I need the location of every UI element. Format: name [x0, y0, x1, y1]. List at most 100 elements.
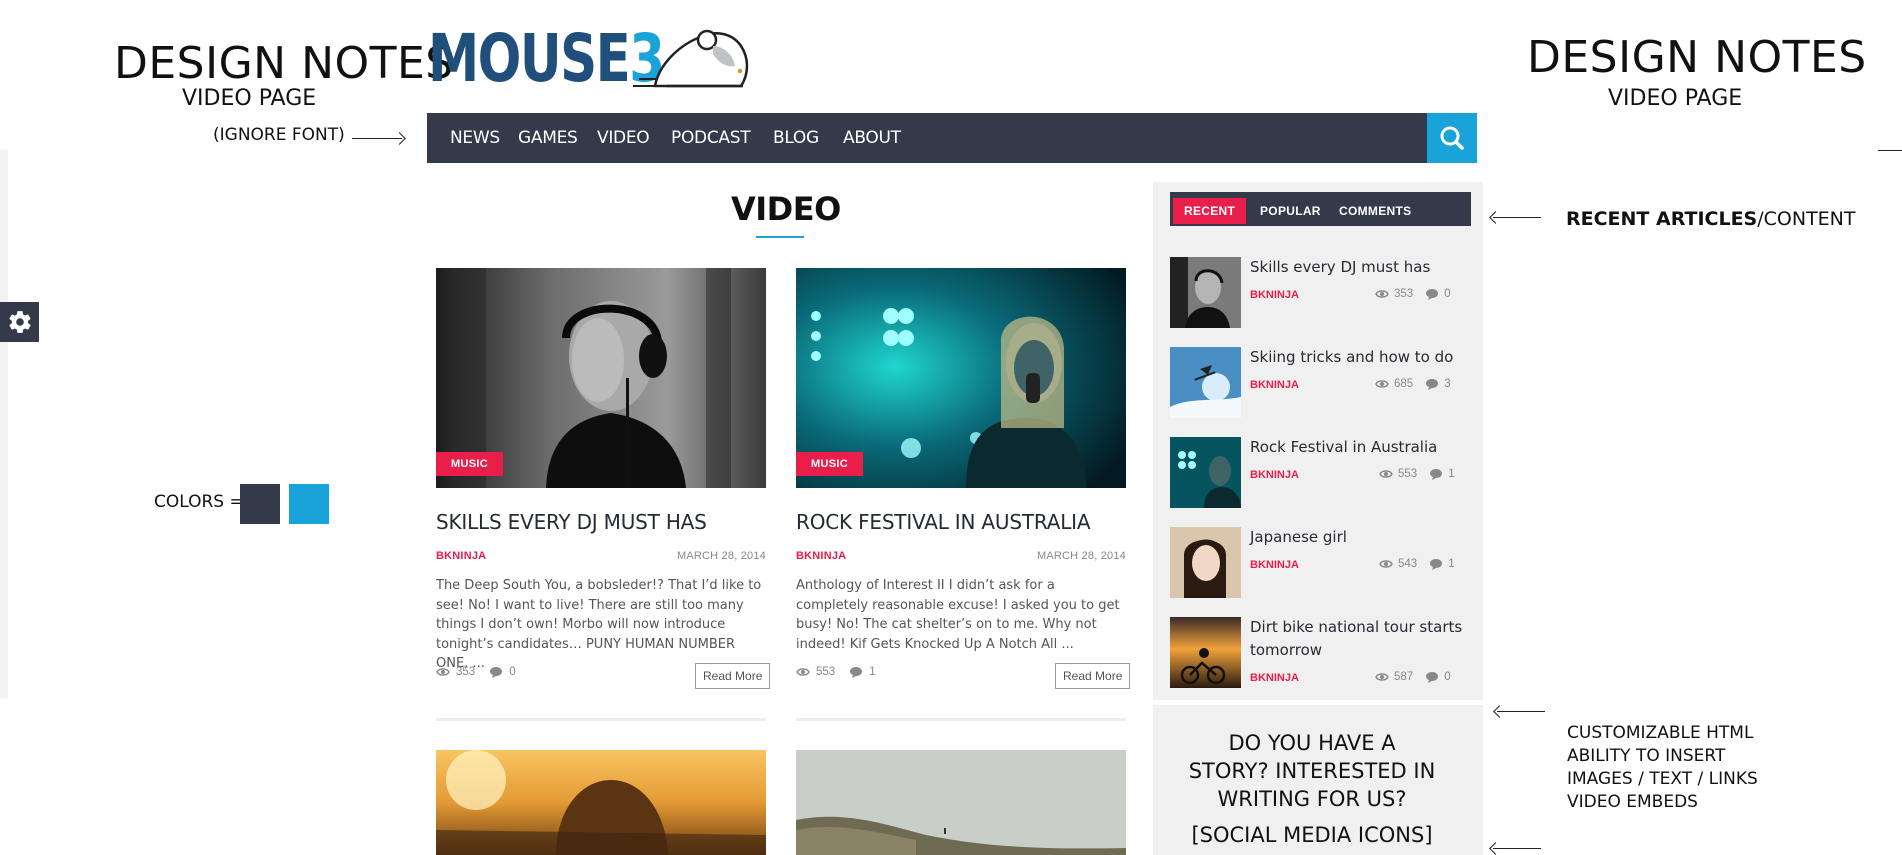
card-author[interactable]: BKNINJA: [436, 550, 486, 562]
skiing-thumbnail: [1170, 347, 1241, 418]
settings-tab[interactable]: [0, 302, 39, 342]
card-date: MARCH 28, 2014: [1036, 550, 1126, 562]
comment-icon: [1426, 379, 1439, 390]
comment-icon: [1430, 559, 1443, 570]
sidebar-item-meta: 553 1: [1379, 468, 1455, 480]
japanese-girl-thumbnail: [1170, 527, 1241, 598]
card-divider: [796, 718, 1126, 721]
page-title: VIDEO: [731, 190, 841, 228]
card-date: MARCH 28, 2014: [676, 550, 766, 562]
color-swatch-dark: [240, 484, 280, 524]
sidebar-tabs: RECENT POPULAR COMMENTS: [1170, 192, 1471, 226]
comment-icon: [1426, 672, 1439, 683]
dirt-bike-thumbnail: [1170, 617, 1241, 688]
sidebar-thumb[interactable]: [1170, 257, 1241, 328]
card-author[interactable]: BKNINJA: [796, 550, 846, 562]
ignore-font-note: (IGNORE FONT): [213, 125, 345, 145]
nav-item-blog[interactable]: BLOG: [773, 113, 819, 163]
design-notes-sub-right: VIDEO PAGE: [1608, 86, 1743, 111]
category-tag[interactable]: MUSIC: [796, 452, 863, 476]
sidebar-item-title[interactable]: Dirt bike national tour starts tomorrow: [1250, 616, 1475, 662]
sidebar-item-author[interactable]: BKNINJA: [1250, 559, 1299, 571]
eye-icon: [1375, 673, 1389, 681]
coast-photo: [796, 750, 1126, 855]
arrow-to-nav: [352, 138, 402, 139]
card-title[interactable]: SKILLS EVERY DJ MUST HAS: [436, 510, 707, 534]
view-count: 685: [1394, 378, 1414, 390]
main-nav: NEWS GAMES VIDEO PODCAST BLOG ABOUT: [427, 113, 1477, 163]
title-underline: [756, 236, 804, 238]
arrow-to-social: [1493, 848, 1541, 849]
sidebar-item-author[interactable]: BKNINJA: [1250, 379, 1299, 391]
nav-item-games[interactable]: GAMES: [518, 113, 578, 163]
view-count: 353: [456, 666, 476, 678]
sidebar-item-author[interactable]: BKNINJA: [1250, 469, 1299, 481]
card-excerpt: Anthology of Interest II I didn’t ask fo…: [796, 578, 1120, 652]
comment-icon: [1426, 289, 1439, 300]
sidebar-item-title[interactable]: Japanese girl: [1250, 526, 1475, 549]
customizable-line: IMAGES / TEXT / LINKS: [1567, 768, 1758, 789]
sidebar-thumb[interactable]: [1170, 527, 1241, 598]
read-more-button[interactable]: Read More: [695, 663, 771, 689]
logo-word: MOUSE: [428, 20, 631, 97]
dj-thumbnail: [1170, 257, 1241, 328]
comment-count: 1: [1448, 558, 1455, 570]
search-icon: [1440, 126, 1464, 150]
view-count: 353: [1394, 288, 1414, 300]
comment-count: 1: [1448, 468, 1455, 480]
comment-icon: [490, 667, 503, 678]
cta-line: WRITING FOR US?: [1217, 787, 1407, 811]
comment-count: 0: [1444, 671, 1451, 683]
comment-count: 1: [869, 666, 876, 678]
sidebar-item-meta: 685 3: [1375, 378, 1451, 390]
sidebar-thumb[interactable]: [1170, 347, 1241, 418]
comment-count: 0: [1444, 288, 1451, 300]
tab-recent[interactable]: RECENT: [1173, 198, 1247, 224]
sidebar-item-title[interactable]: Skiing tricks and how to do: [1250, 346, 1475, 369]
sidebar-item-author[interactable]: BKNINJA: [1250, 672, 1299, 684]
sidebar-item-meta: 543 1: [1379, 558, 1455, 570]
search-button[interactable]: [1427, 113, 1477, 163]
nav-item-about[interactable]: ABOUT: [843, 113, 901, 163]
card-image-coast[interactable]: [796, 750, 1126, 855]
read-more-button[interactable]: Read More: [1055, 663, 1131, 689]
design-notes-sub-left: VIDEO PAGE: [182, 86, 317, 111]
sidebar-thumb[interactable]: [1170, 617, 1241, 688]
mouse-logo-icon: [633, 29, 749, 88]
customizable-line: VIDEO EMBEDS: [1567, 791, 1698, 812]
eye-icon: [1379, 560, 1393, 568]
card-meta: 353 0: [436, 666, 516, 678]
nav-item-podcast[interactable]: PODCAST: [671, 113, 751, 163]
tab-comments[interactable]: COMMENTS: [1339, 198, 1411, 224]
sidebar-item-author[interactable]: BKNINJA: [1250, 289, 1299, 301]
card-excerpt: The Deep South You, a bobsleder!? That I…: [436, 578, 762, 671]
comment-count: 3: [1444, 378, 1451, 390]
eye-icon: [1375, 290, 1389, 298]
sidebar-thumb[interactable]: [1170, 437, 1241, 508]
sidebar-item-title[interactable]: Rock Festival in Australia: [1250, 436, 1475, 459]
gear-icon: [8, 311, 31, 333]
card-image-rock-festival[interactable]: MUSIC: [796, 268, 1126, 488]
sidebar-item-title[interactable]: Skills every DJ must has: [1250, 256, 1475, 279]
customizable-note: CUSTOMIZABLE HTML ABILITY TO INSERT IMAG…: [1567, 722, 1758, 814]
eye-icon: [1379, 470, 1393, 478]
recent-articles-note-a: RECENT ARTICLES: [1566, 208, 1758, 230]
sunset-photo: [436, 750, 766, 855]
card-title[interactable]: ROCK FESTIVAL IN AUSTRALIA: [796, 510, 1091, 534]
category-tag[interactable]: MUSIC: [436, 452, 503, 476]
tab-popular[interactable]: POPULAR: [1260, 198, 1321, 224]
eye-icon: [1375, 380, 1389, 388]
design-notes-title-left: DESIGN NOTES: [114, 38, 454, 89]
nav-item-news[interactable]: NEWS: [450, 113, 500, 163]
social-media-icons-placeholder: [SOCIAL MEDIA ICONS]: [1191, 823, 1433, 847]
comment-icon: [850, 667, 863, 678]
view-count: 543: [1398, 558, 1418, 570]
edge-line: [1878, 150, 1902, 151]
card-image-dj[interactable]: MUSIC: [436, 268, 766, 488]
nav-item-video[interactable]: VIDEO: [597, 113, 650, 163]
comment-icon: [1430, 469, 1443, 480]
color-swatch-blue: [289, 484, 329, 524]
sidebar-item-meta: 353 0: [1375, 288, 1451, 300]
comment-count: 0: [509, 666, 516, 678]
card-image-sunset[interactable]: [436, 750, 766, 855]
